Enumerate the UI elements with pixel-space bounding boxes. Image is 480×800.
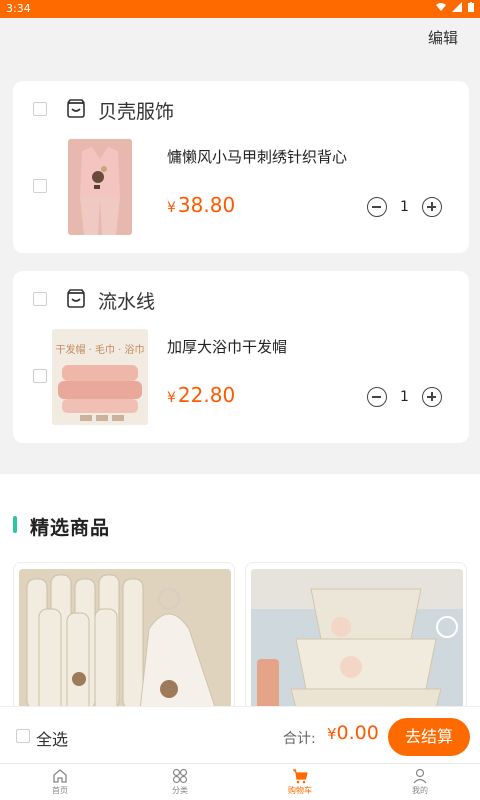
tab-category[interactable]: 分类 — [120, 764, 240, 800]
tab-home[interactable]: 首页 — [0, 764, 120, 800]
total-value: 0.00 — [336, 722, 379, 744]
tissue-rolls-image — [19, 569, 231, 711]
product-thumbnail[interactable]: 干发帽 · 毛巾 · 浴巾 — [52, 329, 148, 425]
currency-symbol: ¥ — [167, 390, 176, 406]
category-icon — [172, 768, 188, 784]
recommend-section: 精选商品 — [0, 474, 480, 714]
wifi-icon — [436, 3, 446, 11]
tab-cart[interactable]: 购物车 — [240, 764, 360, 800]
towel-image: 干发帽 · 毛巾 · 浴巾 — [52, 329, 148, 425]
recommend-title: 精选商品 — [30, 517, 111, 539]
knit-vest-image — [68, 139, 132, 235]
tab-profile[interactable]: 我的 — [360, 764, 480, 800]
recommend-product-card[interactable] — [13, 562, 235, 712]
tab-label: 购物车 — [288, 786, 312, 795]
header: 编辑 — [0, 18, 480, 58]
item-checkbox[interactable] — [33, 369, 47, 383]
currency-symbol: ¥ — [167, 200, 176, 216]
select-all-label[interactable]: 全选 — [36, 726, 68, 750]
cart-icon — [293, 769, 308, 784]
decrease-button[interactable] — [367, 387, 387, 407]
shop-name: 流水线 — [98, 291, 156, 313]
product-image — [251, 569, 463, 711]
quantity-value: 1 — [400, 389, 409, 405]
store-icon — [67, 289, 85, 308]
cart-shop-card: 贝壳服饰 慵懒风小马甲刺绣针织背心 ¥38.80 1 — [13, 81, 469, 253]
increase-button[interactable] — [422, 387, 442, 407]
tab-label: 我的 — [412, 786, 428, 795]
home-icon — [53, 769, 67, 783]
signal-icon — [452, 2, 462, 12]
store-icon — [67, 99, 85, 118]
quantity-stepper: 1 — [367, 197, 442, 217]
item-checkbox[interactable] — [33, 179, 47, 193]
tab-label: 首页 — [52, 786, 68, 795]
item-price: ¥38.80 — [167, 193, 235, 217]
increase-button[interactable] — [422, 197, 442, 217]
status-time: 3:34 — [6, 2, 31, 15]
item-title[interactable]: 慵懒风小马甲刺绣针织背心 — [167, 146, 347, 167]
section-marker — [13, 516, 17, 533]
product-image — [19, 569, 231, 711]
checkout-bar: 全选 合计: ¥0.00 去结算 — [0, 706, 480, 763]
shop-name: 贝壳服饰 — [98, 101, 175, 123]
edit-button[interactable]: 编辑 — [428, 27, 458, 48]
colander-bowls-image — [251, 569, 463, 711]
quantity-value: 1 — [400, 199, 409, 215]
shop-checkbox[interactable] — [33, 102, 47, 116]
checkout-button[interactable]: 去结算 — [388, 718, 470, 756]
battery-icon — [468, 2, 474, 12]
price-value: 22.80 — [177, 383, 236, 407]
cart-shop-card: 流水线 干发帽 · 毛巾 · 浴巾 加厚大浴巾干发帽 ¥22.80 1 — [13, 271, 469, 443]
item-title[interactable]: 加厚大浴巾干发帽 — [167, 336, 287, 357]
status-bar: 3:34 — [0, 0, 480, 18]
total-label: 合计: — [283, 731, 316, 747]
item-price: ¥22.80 — [167, 383, 235, 407]
total-amount: ¥0.00 — [327, 722, 379, 744]
select-all-checkbox[interactable] — [16, 729, 30, 743]
user-icon — [413, 768, 427, 784]
decrease-button[interactable] — [367, 197, 387, 217]
tab-label: 分类 — [172, 786, 188, 795]
towel-image-text: 干发帽 · 毛巾 · 浴巾 — [55, 343, 144, 356]
shop-checkbox[interactable] — [33, 292, 47, 306]
bottom-tab-bar: 首页 分类 购物车 我的 — [0, 763, 480, 800]
quantity-stepper: 1 — [367, 387, 442, 407]
status-icons — [436, 2, 474, 12]
recommend-product-card[interactable] — [245, 562, 467, 712]
product-thumbnail[interactable] — [68, 139, 132, 235]
price-value: 38.80 — [177, 193, 236, 217]
currency-symbol: ¥ — [327, 725, 337, 743]
